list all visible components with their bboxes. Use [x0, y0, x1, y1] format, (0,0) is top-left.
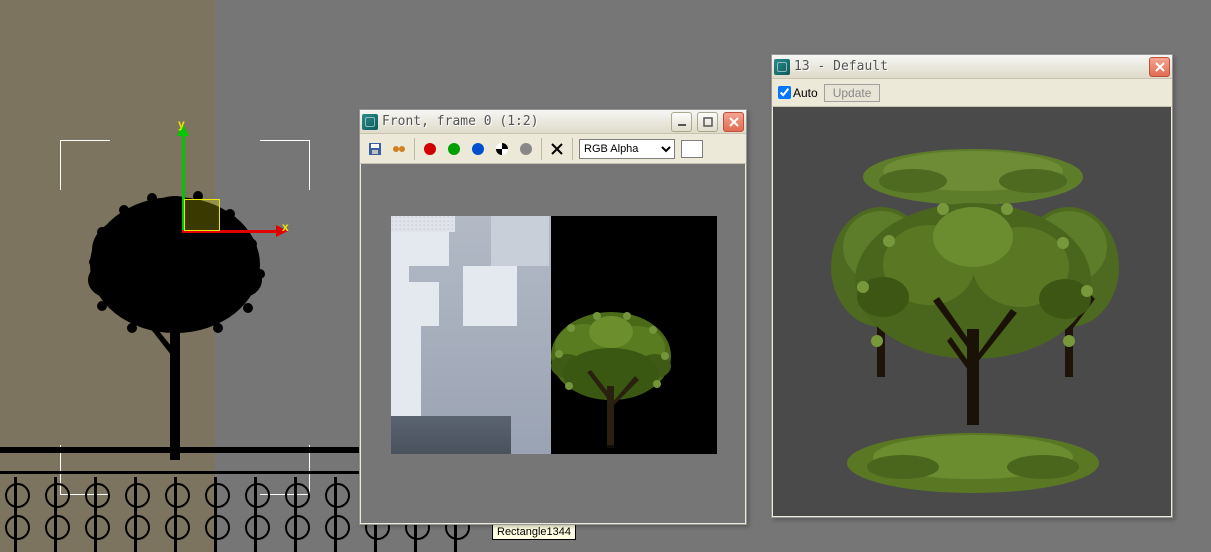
channel-select[interactable]: RGB Alpha [579, 139, 675, 159]
maximize-button[interactable] [697, 112, 718, 132]
render-toolbar: RGB Alpha [360, 134, 746, 164]
channel-alpha-button[interactable] [491, 138, 513, 160]
update-button[interactable]: Update [824, 84, 881, 102]
channel-blue-button[interactable] [467, 138, 489, 160]
material-preview-window[interactable]: 13 - Default Auto Update [771, 54, 1173, 518]
channel-mono-button[interactable] [515, 138, 537, 160]
gizmo-xy-plane[interactable] [184, 199, 220, 231]
minimize-button[interactable] [671, 112, 692, 132]
render-output-window[interactable]: Front, frame 0 (1:2) RGB Alpha [359, 109, 747, 525]
material-preview-viewport[interactable] [773, 107, 1171, 516]
auto-update-checkbox[interactable]: Auto [778, 86, 818, 100]
material-toolbar: Auto Update [772, 79, 1172, 107]
clone-button[interactable] [388, 138, 410, 160]
app-icon [362, 114, 378, 130]
object-tooltip: Rectangle1344 [492, 524, 576, 540]
material-preview-trees [773, 107, 1173, 517]
clear-button[interactable] [546, 138, 568, 160]
close-button[interactable] [1149, 57, 1170, 77]
save-image-button[interactable] [364, 138, 386, 160]
safeframe-corner [60, 140, 110, 190]
gizmo-x-label: x [282, 220, 289, 234]
render-titlebar[interactable]: Front, frame 0 (1:2) [360, 110, 746, 134]
render-output-image [391, 216, 717, 454]
render-tree [541, 306, 681, 454]
channel-red-button[interactable] [419, 138, 441, 160]
material-titlebar[interactable]: 13 - Default [772, 55, 1172, 79]
material-window-title: 13 - Default [794, 59, 1144, 74]
toolbar-separator [414, 138, 415, 160]
auto-checkbox-input[interactable] [778, 86, 791, 99]
safeframe-corner [260, 140, 310, 190]
background-swatch[interactable] [681, 140, 703, 158]
auto-checkbox-label: Auto [793, 86, 818, 100]
toolbar-separator [541, 138, 542, 160]
channel-green-button[interactable] [443, 138, 465, 160]
render-viewport-area[interactable] [361, 164, 745, 523]
scene-tree-silhouette [80, 180, 270, 460]
close-button[interactable] [723, 112, 744, 132]
gizmo-y-label: y [178, 117, 185, 131]
render-window-title: Front, frame 0 (1:2) [382, 114, 666, 129]
app-icon [774, 59, 790, 75]
toolbar-separator [572, 138, 573, 160]
